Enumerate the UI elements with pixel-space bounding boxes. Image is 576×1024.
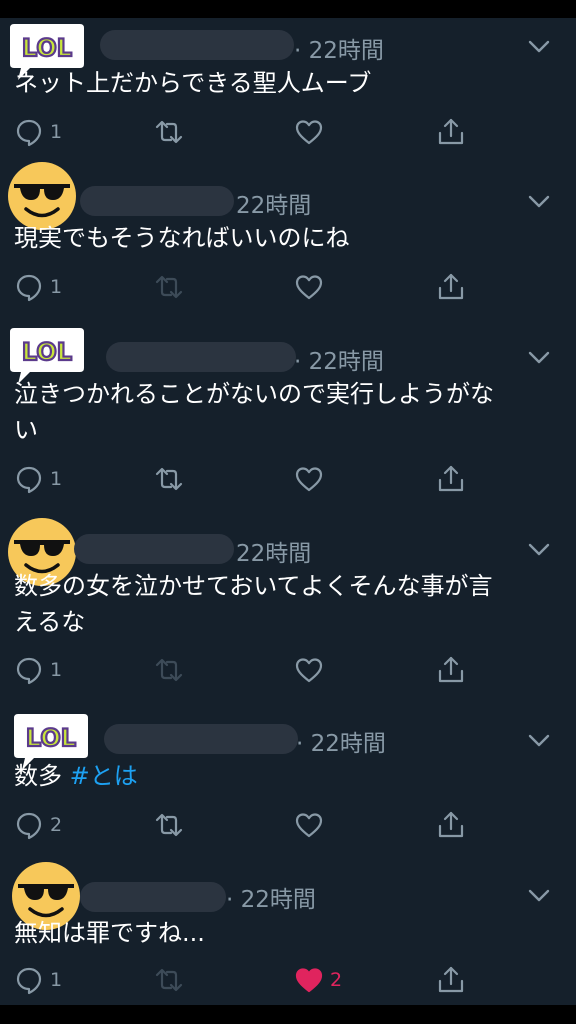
reply-icon (16, 466, 42, 494)
like-button[interactable] (294, 115, 324, 149)
retweet-icon (155, 813, 183, 837)
retweet-icon (155, 658, 183, 682)
tweet-text: 現実でもそうなればいいのにね (14, 224, 350, 252)
reply-button[interactable]: 1 (14, 653, 62, 687)
tweet-actions: 1 (0, 653, 576, 687)
like-count: 2 (330, 969, 343, 991)
retweet-icon (155, 968, 183, 992)
reply-count: 1 (50, 969, 63, 991)
like-button[interactable] (294, 462, 324, 496)
reply-count: 2 (50, 814, 63, 836)
share-button[interactable] (436, 963, 466, 997)
tweet-actions: 1 2 (0, 963, 576, 997)
retweet-button[interactable] (154, 653, 184, 687)
chevron-down-icon[interactable] (528, 543, 550, 557)
tweet-actions: 2 (0, 808, 576, 842)
share-button[interactable] (436, 270, 466, 304)
reply-button[interactable]: 2 (14, 808, 62, 842)
hashtag-link[interactable]: #とは (70, 762, 138, 790)
user-name-blurred[interactable] (104, 724, 298, 754)
reply-count: 1 (50, 468, 63, 490)
retweet-icon (155, 120, 183, 144)
reply-button[interactable]: 1 (14, 270, 62, 304)
heart-filled-icon (295, 968, 323, 993)
timeline: LOL · 22時間 ネット上だからできる聖人ムーブ 1 22時間 現実でもそう… (0, 18, 576, 1005)
share-icon (438, 966, 464, 993)
share-icon (438, 656, 464, 683)
reply-button[interactable]: 1 (14, 462, 62, 496)
retweet-button[interactable] (154, 270, 184, 304)
tweet-time: · 22時間 (294, 349, 384, 375)
svg-text:LOL: LOL (22, 34, 72, 62)
share-icon (438, 118, 464, 145)
reply-button[interactable]: 1 (14, 963, 62, 997)
retweet-button[interactable] (154, 462, 184, 496)
chevron-down-icon[interactable] (528, 889, 550, 903)
tweet-text: 無知は罪ですね... (14, 919, 205, 947)
heart-icon (295, 658, 323, 683)
share-icon (438, 273, 464, 300)
like-button[interactable]: 2 (294, 963, 342, 997)
heart-icon (295, 275, 323, 300)
tweet-text: 数多 #とは (14, 762, 138, 790)
reply-icon (16, 657, 42, 685)
reply-icon (16, 812, 42, 840)
chevron-down-icon[interactable] (528, 734, 550, 748)
chevron-down-icon[interactable] (528, 351, 550, 365)
reply-count: 1 (50, 276, 63, 298)
heart-icon (295, 120, 323, 145)
reply-button[interactable]: 1 (14, 115, 62, 149)
like-button[interactable] (294, 270, 324, 304)
chevron-down-icon[interactable] (528, 40, 550, 54)
retweet-button[interactable] (154, 963, 184, 997)
retweet-icon (155, 275, 183, 299)
tweet-text: ネット上だからできる聖人ムーブ (14, 69, 372, 97)
retweet-button[interactable] (154, 115, 184, 149)
user-name-blurred[interactable] (100, 30, 294, 60)
share-icon (438, 465, 464, 492)
share-button[interactable] (436, 808, 466, 842)
chevron-down-icon[interactable] (528, 195, 550, 209)
reply-count: 1 (50, 659, 63, 681)
tweet-time: · 22時間 (296, 731, 386, 757)
user-name-blurred[interactable] (80, 882, 226, 912)
tweet-actions: 1 (0, 270, 576, 304)
share-button[interactable] (436, 653, 466, 687)
svg-text:LOL: LOL (22, 338, 72, 366)
tweet-actions: 1 (0, 115, 576, 149)
retweet-button[interactable] (154, 808, 184, 842)
svg-text:LOL: LOL (26, 724, 76, 752)
tweet-time: · 22時間 (226, 887, 316, 913)
user-name-blurred[interactable] (106, 342, 296, 372)
user-name-blurred[interactable] (80, 186, 234, 216)
tweet-time: 22時間 (236, 541, 312, 567)
heart-icon (295, 813, 323, 838)
retweet-icon (155, 467, 183, 491)
user-name-blurred[interactable] (74, 534, 234, 564)
tweet-text: 数多の女を泣かせておいてよくそんな事が言 えるな (14, 572, 493, 636)
share-button[interactable] (436, 115, 466, 149)
tweet-text: 泣きつかれることがないので実行しようがな い (14, 380, 494, 444)
share-icon (438, 811, 464, 838)
reply-icon (16, 274, 42, 302)
reply-count: 1 (50, 121, 63, 143)
like-button[interactable] (294, 653, 324, 687)
reply-icon (16, 967, 42, 995)
share-button[interactable] (436, 462, 466, 496)
tweet-time: 22時間 (236, 193, 312, 219)
tweet-time: · 22時間 (294, 38, 384, 64)
tweet-actions: 1 (0, 462, 576, 496)
heart-icon (295, 467, 323, 492)
reply-icon (16, 119, 42, 147)
like-button[interactable] (294, 808, 324, 842)
